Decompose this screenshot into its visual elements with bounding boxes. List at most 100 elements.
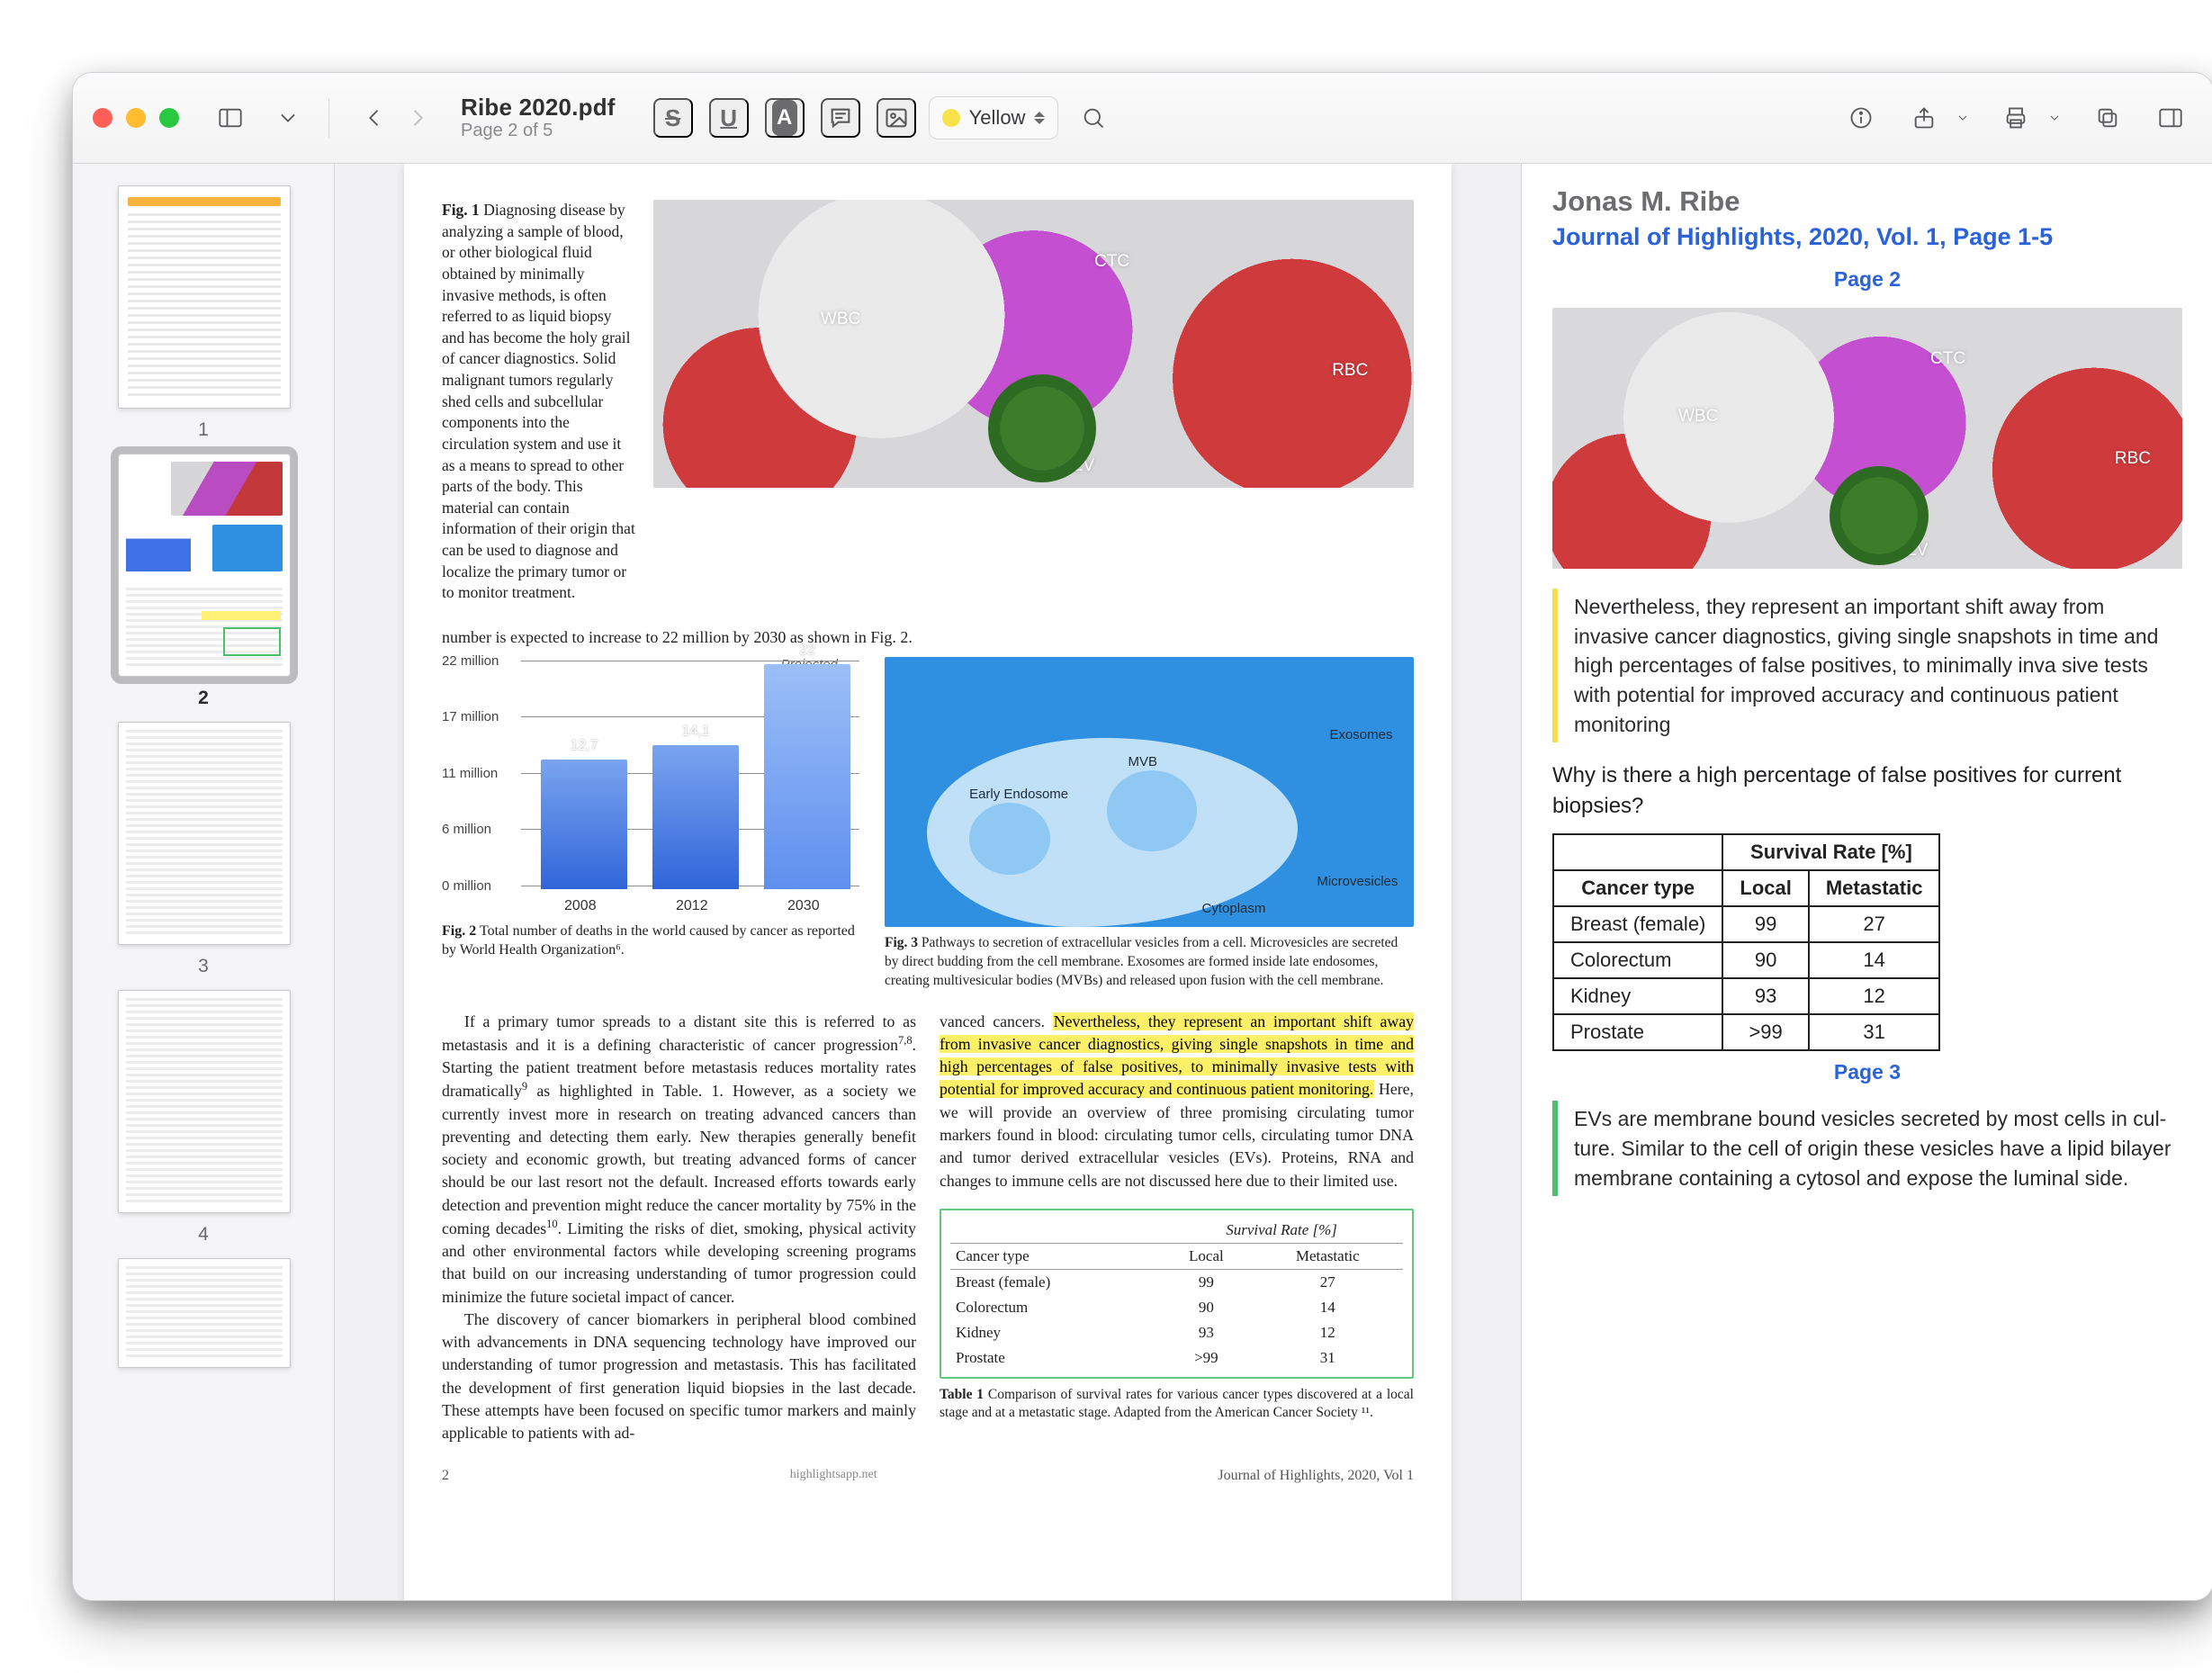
print-menu-button[interactable]	[2042, 95, 2067, 140]
label-ctc: CTC	[1094, 252, 1129, 272]
label-exosomes: Exosomes	[1329, 727, 1392, 742]
journal-footer: Journal of Highlights, 2020, Vol 1	[1218, 1468, 1414, 1484]
window-controls	[93, 108, 179, 128]
notes-panel[interactable]: Jonas M. Ribe Journal of Highlights, 202…	[1521, 164, 2212, 1600]
forward-button[interactable]	[400, 95, 436, 140]
search-button[interactable]	[1071, 95, 1116, 140]
notes-author: Jonas M. Ribe	[1552, 185, 2182, 218]
chevron-right-icon	[405, 105, 430, 130]
strikethrough-button[interactable]: S	[653, 98, 693, 138]
color-swatch-icon	[942, 109, 960, 127]
image-icon	[884, 104, 909, 131]
note-question[interactable]: Why is there a high percentage of false …	[1552, 760, 2182, 821]
separator	[328, 98, 329, 138]
share-button[interactable]	[1902, 95, 1947, 140]
copy-icon	[2095, 105, 2120, 130]
notes-page-2-link[interactable]: Page 2	[1552, 267, 2182, 292]
sidebar-icon	[218, 105, 243, 130]
chevron-down-icon	[2047, 111, 2062, 125]
page-viewport[interactable]: Fig. 1 Diagnosing disease by analyzing a…	[335, 164, 1521, 1600]
thumbnail-4[interactable]: 4	[118, 990, 289, 1246]
print-icon	[2003, 105, 2028, 130]
right-tools	[1839, 95, 2193, 140]
thumbnail-sidebar[interactable]: 1 2 3 4	[73, 164, 335, 1600]
main-body: 1 2 3 4	[73, 164, 2212, 1600]
sidebar-menu-button[interactable]	[265, 95, 310, 140]
chevron-down-icon	[275, 105, 301, 130]
underline-button[interactable]: U	[709, 98, 749, 138]
thumbnail-2[interactable]: 2	[118, 454, 289, 709]
thumbnail-number: 3	[118, 956, 289, 977]
table-1[interactable]: Survival Rate [%] Cancer typeLocalMetast…	[940, 1209, 1414, 1379]
figure-1-image: WBC CTC RBC EV	[653, 200, 1414, 488]
highlight-button[interactable]: A	[765, 98, 805, 138]
label-microvesicles: Microvesicles	[1317, 874, 1398, 889]
figure-3: Early Endosome MVB Exosomes Cytoplasm Mi…	[885, 657, 1414, 991]
bar-2012: 14,1	[652, 745, 739, 889]
chevron-down-icon	[1956, 111, 1970, 125]
back-button[interactable]	[356, 95, 392, 140]
pdf-page: Fig. 1 Diagnosing disease by analyzing a…	[404, 164, 1452, 1600]
label-early-endosome: Early Endosome	[969, 787, 1068, 802]
body-columns: If a primary tumor spreads to a distant …	[442, 1011, 1414, 1445]
bar-2008: 12,7	[541, 760, 627, 889]
notes-citation-link[interactable]: Journal of Highlights, 2020, Vol. 1, Pag…	[1552, 223, 2182, 251]
info-button[interactable]	[1839, 95, 1884, 140]
thumbnail-1[interactable]: 1	[118, 185, 289, 441]
label-mvb: MVB	[1128, 754, 1157, 769]
intro-line: number is expected to increase to 22 mil…	[442, 625, 1414, 650]
figure-1-caption: Fig. 1 Diagnosing disease by analyzing a…	[442, 200, 635, 604]
page-indicator: Page 2 of 5	[461, 121, 616, 141]
note-button[interactable]	[821, 98, 860, 138]
document-title-block: Ribe 2020.pdf Page 2 of 5	[461, 94, 616, 142]
thumbnail-number: 4	[118, 1224, 289, 1246]
notes-figure-thumbnail[interactable]: WBC CTC RBC EV	[1552, 308, 2182, 569]
label-cytoplasm: Cytoplasm	[1202, 901, 1266, 916]
bar-2030: 22	[764, 664, 850, 889]
thumbnail-number: 2	[118, 688, 289, 709]
share-icon	[1911, 105, 1937, 130]
thumbnail-5[interactable]	[118, 1258, 289, 1368]
page-footer: 2 highlightsapp.net Journal of Highlight…	[442, 1468, 1414, 1484]
note-highlight-green[interactable]: EVs are membrane bound vesicles secreted…	[1552, 1101, 2182, 1196]
share-menu-button[interactable]	[1950, 95, 1975, 140]
figure-1: Fig. 1 Diagnosing disease by analyzing a…	[442, 200, 1414, 604]
underline-icon: U	[720, 104, 737, 132]
zoom-window-button[interactable]	[159, 108, 179, 128]
markup-tools: S U A	[653, 98, 916, 138]
column-right: vanced cancers. Nevertheless, they repre…	[940, 1011, 1414, 1445]
column-left: If a primary tumor spreads to a distant …	[442, 1011, 916, 1445]
label-wbc: WBC	[821, 310, 860, 329]
image-button[interactable]	[877, 98, 916, 138]
notes-table[interactable]: Survival Rate [%] Cancer typeLocalMetast…	[1552, 833, 1940, 1051]
color-label: Yellow	[969, 106, 1026, 130]
label-rbc: RBC	[1332, 361, 1368, 381]
highlight-icon: A	[772, 100, 797, 136]
note-highlight-yellow[interactable]: Nevertheless, they represent an importan…	[1552, 589, 2182, 742]
copy-button[interactable]	[2085, 95, 2130, 140]
chevron-left-icon	[362, 105, 387, 130]
toolbar: Ribe 2020.pdf Page 2 of 5 S U A Yellow	[73, 73, 2212, 164]
updown-icon	[1034, 112, 1045, 124]
info-icon	[1848, 105, 1874, 130]
footer-watermark: highlightsapp.net	[449, 1468, 1218, 1484]
figure-2-chart: Projected 0 million6 million11 million17…	[442, 657, 865, 914]
sidebar-toggle-button[interactable]	[208, 95, 253, 140]
figure-2: Projected 0 million6 million11 million17…	[442, 657, 865, 991]
highlight-color-picker[interactable]: Yellow	[929, 96, 1059, 139]
app-window: Ribe 2020.pdf Page 2 of 5 S U A Yellow	[72, 72, 2212, 1601]
panel-icon	[2158, 105, 2183, 130]
notes-page-3-link[interactable]: Page 3	[1552, 1060, 2182, 1084]
print-button[interactable]	[1993, 95, 2038, 140]
thumbnail-3[interactable]: 3	[118, 722, 289, 977]
strikethrough-icon: S	[665, 104, 680, 132]
label-ev: EV	[1072, 456, 1094, 476]
document-title: Ribe 2020.pdf	[461, 94, 616, 121]
right-panel-toggle-button[interactable]	[2148, 95, 2193, 140]
close-window-button[interactable]	[93, 108, 112, 128]
page-number: 2	[442, 1468, 449, 1484]
note-icon	[828, 104, 853, 131]
minimize-window-button[interactable]	[126, 108, 146, 128]
thumbnail-number: 1	[118, 419, 289, 441]
search-icon	[1081, 105, 1106, 130]
